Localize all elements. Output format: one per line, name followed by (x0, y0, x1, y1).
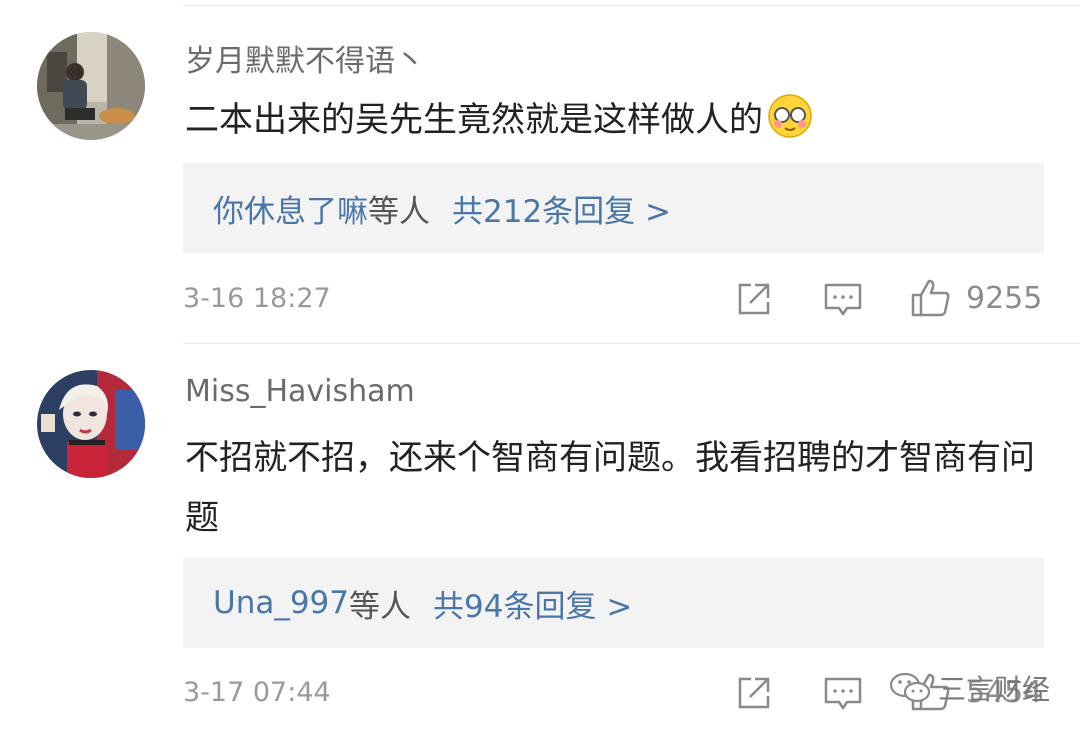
comment-icon[interactable] (823, 676, 863, 712)
like-count: 9255 (966, 281, 1043, 316)
wechat-icon (889, 672, 931, 703)
comment-icon[interactable] (823, 282, 863, 318)
comment-username[interactable]: 岁月默默不得语丶 (185, 36, 425, 80)
comment-text: 不招就不招，还来个智商有问题。我看招聘的才智商有问题 (185, 438, 1035, 538)
reply-suffix: 等人 (349, 588, 412, 625)
watermark-label: 三言财经 (938, 673, 1051, 706)
avatar[interactable] (37, 370, 145, 478)
reply-names[interactable]: 你休息了嘛 (213, 186, 368, 231)
share-icon[interactable] (735, 674, 773, 712)
reply-summary[interactable]: 你休息了嘛 等人 共212条回复 > (183, 163, 1044, 253)
reply-count-link[interactable]: 共94条回复 > (433, 581, 632, 626)
divider (183, 343, 1080, 344)
divider (183, 5, 1080, 6)
thumbs-up-icon[interactable] (910, 278, 952, 318)
reply-count-link[interactable]: 共212条回复 > (452, 186, 671, 231)
reply-names[interactable]: Una_997 (213, 585, 349, 621)
comment-list: 岁月默默不得语丶 二本出来的吴先生竟然就是这样做人的 你休息了嘛 等人 共212条回… (0, 0, 1080, 730)
comment-username[interactable]: Miss_Havisham (185, 374, 415, 409)
comment-timestamp: 3-16 18:27 (183, 283, 331, 314)
share-icon[interactable] (735, 280, 773, 318)
avatar[interactable] (37, 32, 145, 140)
blushing-face-emoji (768, 94, 812, 138)
comment-text-body: 二本出来的吴先生竟然就是这样做人的 (185, 100, 763, 140)
reply-suffix: 等人 (368, 193, 430, 230)
watermark: 三言财经 (888, 668, 1050, 708)
comment-timestamp: 3-17 07:44 (183, 677, 331, 708)
comment-text: 二本出来的吴先生竟然就是这样做人的 (185, 90, 1035, 150)
reply-summary[interactable]: Una_997 等人 共94条回复 > (183, 558, 1044, 648)
